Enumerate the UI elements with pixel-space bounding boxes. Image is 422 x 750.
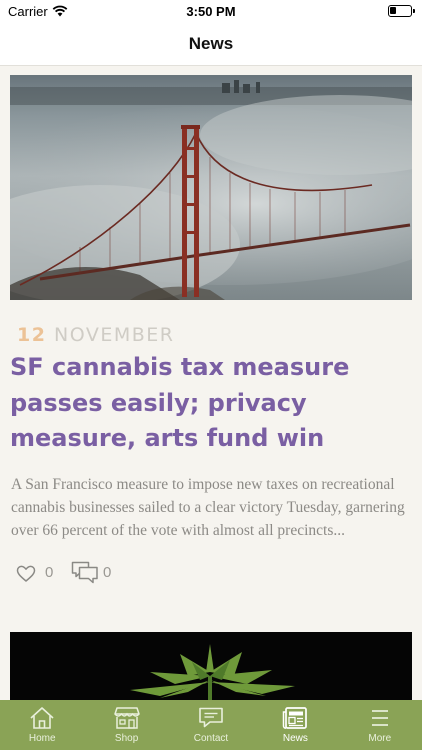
article-image[interactable] bbox=[10, 632, 412, 700]
like-count: 0 bbox=[45, 564, 54, 581]
article-headline[interactable]: SF cannabis tax measure passes easily; p… bbox=[10, 350, 412, 457]
tab-label: Shop bbox=[114, 733, 139, 744]
status-bar: Carrier 3:50 PM bbox=[0, 0, 422, 22]
news-icon bbox=[282, 706, 308, 730]
article-date: 12 NOVEMBER bbox=[17, 324, 174, 346]
tab-news[interactable]: News bbox=[253, 700, 337, 750]
article-excerpt: A San Francisco measure to impose new ta… bbox=[11, 476, 405, 539]
status-time: 3:50 PM bbox=[186, 4, 236, 19]
news-feed[interactable]: 12 NOVEMBER SF cannabis tax measure pass… bbox=[0, 66, 422, 700]
article-image[interactable] bbox=[10, 75, 412, 300]
date-day: 12 bbox=[17, 324, 47, 346]
heart-icon[interactable] bbox=[16, 564, 36, 584]
shop-icon bbox=[113, 706, 140, 730]
tab-label: Home bbox=[28, 733, 56, 744]
tab-home[interactable]: Home bbox=[0, 700, 84, 750]
tab-shop[interactable]: Shop bbox=[84, 700, 168, 750]
battery-icon bbox=[388, 5, 415, 17]
date-month: NOVEMBER bbox=[54, 324, 175, 346]
tab-label: More bbox=[368, 733, 392, 744]
tab-bar: Home Shop Contact News More bbox=[0, 700, 422, 750]
tab-label: Contact bbox=[193, 733, 229, 744]
comment-count: 0 bbox=[103, 564, 112, 581]
navigation-bar: News bbox=[0, 22, 422, 66]
tab-contact[interactable]: Contact bbox=[169, 700, 253, 750]
contact-icon bbox=[198, 706, 224, 730]
menu-icon bbox=[367, 706, 393, 730]
home-icon bbox=[29, 706, 55, 730]
comment-icon[interactable] bbox=[71, 560, 99, 586]
tab-more[interactable]: More bbox=[338, 700, 422, 750]
page-title: News bbox=[188, 34, 234, 53]
tab-label: News bbox=[282, 733, 308, 744]
